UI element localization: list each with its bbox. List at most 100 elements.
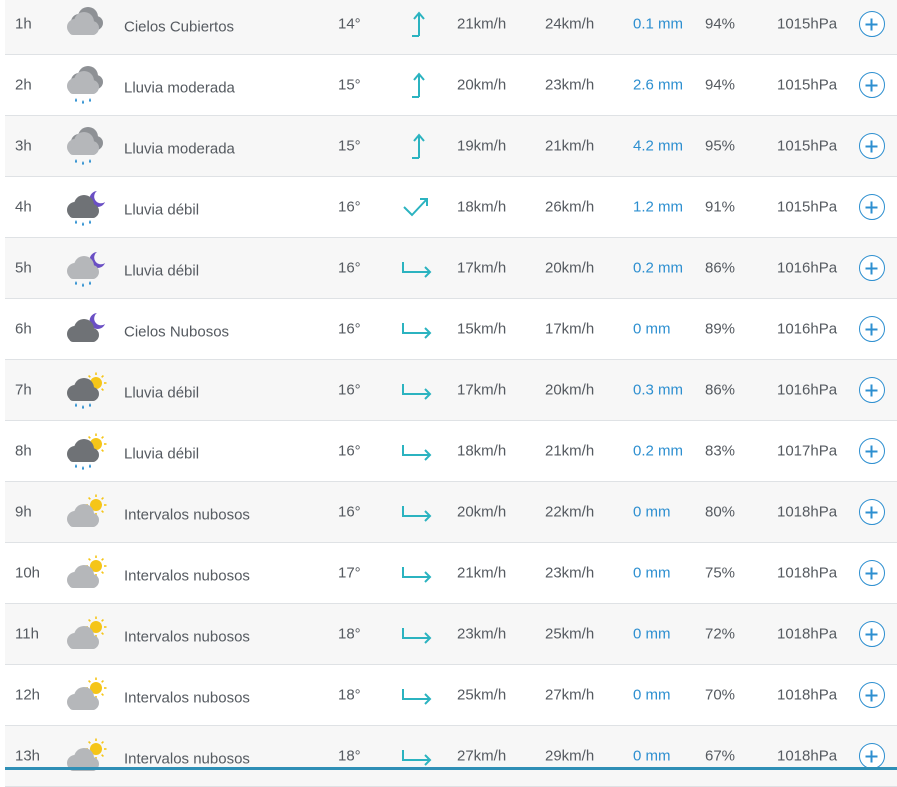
expand-row-button[interactable] [859, 194, 885, 220]
plus-icon[interactable] [859, 316, 885, 342]
precipitation: 4.2 mm [633, 137, 684, 155]
wind-gust: 20km/h [545, 259, 595, 277]
plus-icon[interactable] [859, 499, 885, 525]
weather-description: Intervalos nubosos [124, 567, 250, 585]
humidity: 67% [705, 747, 736, 765]
plus-icon[interactable] [859, 438, 885, 464]
night-rain-cloud-icon [63, 249, 107, 287]
east-wind-icon [399, 315, 433, 343]
precipitation: 0 mm [633, 564, 671, 582]
forecast-row-10h: 10h Intervalos nubosos 17° 21km/h 23km/h… [5, 543, 897, 604]
temperature: 16° [338, 381, 361, 399]
east-wind-icon [399, 254, 433, 282]
weather-description: Lluvia débil [124, 384, 200, 402]
expand-row-button[interactable] [859, 11, 885, 37]
precipitation: 0.1 mm [633, 15, 684, 33]
forecast-row-2h: 2h Lluvia moderada 15° 20km/h 23km/h 2.6… [5, 55, 897, 116]
temperature: 15° [338, 76, 361, 94]
plus-icon[interactable] [859, 560, 885, 586]
forecast-row-11h: 11h Intervalos nubosos 18° 23km/h 25km/h… [5, 604, 897, 665]
plus-icon[interactable] [859, 682, 885, 708]
pressure: 1018hPa [777, 747, 838, 765]
expand-row-button[interactable] [859, 499, 885, 525]
wind-gust: 22km/h [545, 503, 595, 521]
partly-cloudy-icon [63, 493, 107, 531]
forecast-row-5h: 5h Lluvia débil 16° 17km/h 20km/h 0.2 mm… [5, 238, 897, 299]
forecast-row-1h: 1h Cielos Cubiertos 14° 21km/h 24km/h 0.… [5, 0, 897, 55]
weather-description: Intervalos nubosos [124, 628, 250, 646]
wind-speed: 21km/h [457, 564, 507, 582]
bottom-divider [5, 767, 897, 770]
pressure: 1017hPa [777, 442, 838, 460]
wind-gust: 20km/h [545, 381, 595, 399]
rain-cloud-icon [63, 66, 107, 104]
expand-row-button[interactable] [859, 621, 885, 647]
wind-speed: 25km/h [457, 686, 507, 704]
forecast-row-12h: 12h Intervalos nubosos 18° 25km/h 27km/h… [5, 665, 897, 726]
precipitation: 0 mm [633, 747, 671, 765]
wind-speed: 19km/h [457, 137, 507, 155]
precipitation: 1.2 mm [633, 198, 684, 216]
weather-description: Intervalos nubosos [124, 750, 250, 768]
temperature: 18° [338, 747, 361, 765]
expand-row-button[interactable] [859, 560, 885, 586]
forecast-row-13h: 13h Intervalos nubosos 18° 27km/h 29km/h… [5, 726, 897, 787]
plus-icon[interactable] [859, 11, 885, 37]
wind-gust: 29km/h [545, 747, 595, 765]
precipitation: 0 mm [633, 625, 671, 643]
weather-description: Lluvia débil [124, 201, 200, 219]
hour-label: 10h [15, 564, 41, 582]
humidity: 80% [705, 503, 736, 521]
wind-speed: 20km/h [457, 76, 507, 94]
pressure: 1015hPa [777, 137, 838, 155]
hourly-forecast-table: 1h Cielos Cubiertos 14° 21km/h 24km/h 0.… [5, 0, 897, 787]
wind-speed: 18km/h [457, 442, 507, 460]
plus-icon[interactable] [859, 255, 885, 281]
humidity: 86% [705, 259, 736, 277]
plus-icon[interactable] [859, 743, 885, 769]
humidity: 94% [705, 76, 736, 94]
expand-row-button[interactable] [859, 72, 885, 98]
plus-icon[interactable] [859, 621, 885, 647]
east-wind-icon [399, 437, 433, 465]
expand-row-button[interactable] [859, 743, 885, 769]
weather-description: Lluvia moderada [124, 140, 235, 158]
expand-row-button[interactable] [859, 255, 885, 281]
plus-icon[interactable] [859, 194, 885, 220]
wind-gust: 25km/h [545, 625, 595, 643]
humidity: 94% [705, 15, 736, 33]
plus-icon[interactable] [859, 72, 885, 98]
plus-icon[interactable] [859, 377, 885, 403]
night-rain-dark-cloud-icon [63, 188, 107, 226]
temperature: 18° [338, 686, 361, 704]
expand-row-button[interactable] [859, 133, 885, 159]
expand-row-button[interactable] [859, 438, 885, 464]
temperature: 16° [338, 320, 361, 338]
hour-label: 5h [15, 259, 32, 277]
pressure: 1018hPa [777, 625, 838, 643]
expand-row-button[interactable] [859, 682, 885, 708]
overcast-cloud-icon [63, 5, 107, 43]
precipitation: 0.2 mm [633, 259, 684, 277]
east-wind-icon [399, 620, 433, 648]
forecast-row-8h: 8h Lluvia débil 16° 18km/h 21km/h 0.2 mm… [5, 421, 897, 482]
hour-label: 3h [15, 137, 32, 155]
expand-row-button[interactable] [859, 316, 885, 342]
east-wind-icon [399, 681, 433, 709]
forecast-row-9h: 9h Intervalos nubosos 16° 20km/h 22km/h … [5, 482, 897, 543]
pressure: 1016hPa [777, 320, 838, 338]
temperature: 16° [338, 259, 361, 277]
wind-speed: 21km/h [457, 15, 507, 33]
hour-label: 4h [15, 198, 32, 216]
east-wind-icon [399, 559, 433, 587]
plus-icon[interactable] [859, 133, 885, 159]
expand-row-button[interactable] [859, 377, 885, 403]
precipitation: 0 mm [633, 320, 671, 338]
weather-description: Cielos Cubiertos [124, 18, 235, 36]
precipitation: 2.6 mm [633, 76, 684, 94]
precipitation: 0 mm [633, 686, 671, 704]
weather-description: Intervalos nubosos [124, 506, 250, 524]
temperature: 16° [338, 198, 361, 216]
north-wind-icon [399, 10, 433, 38]
wind-gust: 24km/h [545, 15, 595, 33]
